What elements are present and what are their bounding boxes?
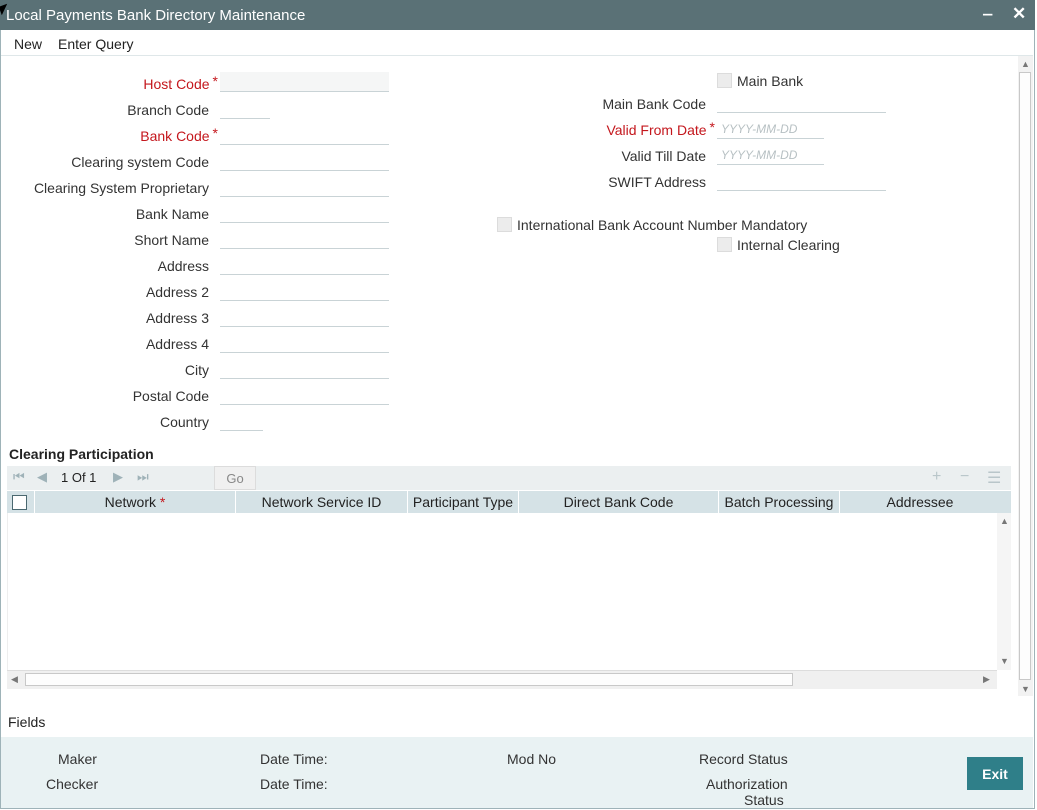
grid-horizontal-scroll-thumb[interactable]: [25, 673, 793, 686]
menu-new[interactable]: New: [14, 36, 42, 52]
country-field[interactable]: [220, 411, 263, 431]
go-button[interactable]: Go: [214, 466, 256, 490]
column-direct-bank-code[interactable]: Direct Bank Code: [519, 491, 719, 513]
maker-label: Maker: [58, 751, 97, 767]
host-code-label: Host Code *: [143, 73, 218, 92]
swift-address-label: SWIFT Address: [608, 174, 706, 190]
swift-address-field[interactable]: [717, 171, 886, 191]
fields-link[interactable]: Fields: [8, 714, 45, 730]
add-row-icon[interactable]: +: [932, 468, 941, 486]
window-frame: [0, 30, 1035, 809]
address3-field[interactable]: [220, 307, 389, 327]
clearing-system-proprietary-label: Clearing System Proprietary: [33, 180, 209, 196]
clearing-system-proprietary-field[interactable]: [220, 177, 389, 197]
grid-vertical-scrollbar[interactable]: ▲ ▼: [997, 513, 1011, 670]
authorization-status-label-line1: Authorization: [706, 776, 788, 792]
address4-field[interactable]: [220, 333, 389, 353]
grid-horizontal-scrollbar[interactable]: ◀ ▶: [7, 670, 997, 689]
exit-button[interactable]: Exit: [967, 757, 1023, 790]
postal-code-label: Postal Code: [132, 388, 209, 404]
bank-code-field[interactable]: [220, 125, 389, 145]
pagination-text: 1 Of 1: [61, 470, 97, 485]
scroll-up-icon[interactable]: ▲: [1000, 516, 1009, 526]
column-batch-processing[interactable]: Batch Processing: [719, 491, 840, 513]
window-titlebar: Local Payments Bank Directory Maintenanc…: [0, 0, 1035, 30]
scroll-right-icon[interactable]: ▶: [983, 674, 990, 685]
column-participant-type[interactable]: Participant Type: [408, 491, 519, 513]
main-bank-label: Main Bank: [737, 73, 804, 89]
clearing-participation-title: Clearing Participation: [9, 446, 154, 462]
main-bank-code-field[interactable]: [717, 93, 886, 113]
authorization-status-label-line2: Status: [744, 792, 784, 808]
last-page-icon[interactable]: ⏭: [137, 469, 149, 485]
checker-date-time-label: Date Time:: [260, 776, 328, 792]
country-label: Country: [159, 414, 209, 430]
address3-label: Address 3: [145, 310, 209, 326]
bank-code-label: Bank Code *: [140, 125, 218, 144]
column-network-service-id[interactable]: Network Service ID: [236, 491, 408, 513]
address4-label: Address 4: [145, 336, 209, 352]
city-label: City: [184, 362, 209, 378]
grid-header: Network * Network Service ID Participant…: [7, 491, 1011, 513]
maker-date-time-label: Date Time:: [260, 751, 328, 767]
clearing-system-code-label: Clearing system Code: [71, 154, 209, 170]
address2-field[interactable]: [220, 281, 389, 301]
valid-from-date-label: Valid From Date *: [606, 119, 715, 138]
main-bank-checkbox[interactable]: [717, 73, 732, 88]
checker-label: Checker: [46, 776, 99, 792]
delete-row-icon[interactable]: −: [960, 468, 969, 486]
clearing-system-code-field[interactable]: [220, 151, 389, 171]
audit-footer: Maker Checker Date Time: Date Time: Mod …: [1, 737, 1033, 808]
main-vertical-scroll-thumb[interactable]: [1019, 72, 1031, 680]
prev-page-icon[interactable]: ◀: [37, 469, 47, 485]
valid-from-date-field[interactable]: [717, 119, 824, 139]
next-page-icon[interactable]: ▶: [113, 469, 123, 485]
postal-code-field[interactable]: [220, 385, 389, 405]
bank-name-label: Bank Name: [135, 206, 209, 222]
select-all-cell: [7, 491, 35, 513]
main-scroll-down-icon[interactable]: ▼: [1021, 684, 1030, 694]
scroll-down-icon[interactable]: ▼: [1000, 656, 1009, 666]
scroll-left-icon[interactable]: ◀: [11, 674, 18, 685]
mod-no-label: Mod No: [507, 751, 557, 767]
address2-label: Address 2: [145, 284, 209, 300]
single-view-icon[interactable]: ☰: [987, 468, 1001, 488]
select-all-checkbox[interactable]: [12, 495, 27, 510]
short-name-label: Short Name: [134, 232, 209, 248]
menu-enter-query[interactable]: Enter Query: [58, 36, 133, 52]
valid-till-date-label: Valid Till Date: [621, 148, 706, 164]
internal-clearing-checkbox[interactable]: [717, 237, 732, 252]
internal-clearing-label: Internal Clearing: [737, 237, 840, 253]
bank-name-field[interactable]: [220, 203, 389, 223]
window-title: Local Payments Bank Directory Maintenanc…: [6, 7, 306, 24]
main-scroll-up-icon[interactable]: ▲: [1021, 59, 1030, 69]
grid-toolbar: ⏮ ◀ 1 Of 1 ▶ ⏭ Go + − ☰: [7, 466, 1011, 490]
grid-body: [7, 513, 998, 670]
menu-bar: New Enter Query: [1, 30, 1033, 56]
iban-mandatory-checkbox[interactable]: [497, 217, 512, 232]
branch-code-field[interactable]: [220, 99, 270, 119]
valid-till-date-field[interactable]: [717, 145, 824, 165]
close-icon[interactable]: ✕: [1012, 4, 1026, 24]
iban-mandatory-label: International Bank Account Number Mandat…: [517, 217, 808, 233]
address-field[interactable]: [220, 255, 389, 275]
minimize-icon[interactable]: ‒: [983, 4, 992, 24]
city-field[interactable]: [220, 359, 389, 379]
column-network[interactable]: Network *: [35, 491, 236, 513]
column-addressee[interactable]: Addressee: [840, 491, 1000, 513]
branch-code-label: Branch Code: [127, 102, 209, 118]
main-bank-code-label: Main Bank Code: [602, 96, 706, 112]
address-label: Address: [157, 258, 209, 274]
short-name-field[interactable]: [220, 229, 389, 249]
record-status-label: Record Status: [699, 751, 788, 767]
main-vertical-scrollbar[interactable]: ▲ ▼: [1018, 56, 1033, 696]
first-page-icon[interactable]: ⏮: [13, 469, 25, 485]
host-code-field[interactable]: [220, 72, 389, 92]
